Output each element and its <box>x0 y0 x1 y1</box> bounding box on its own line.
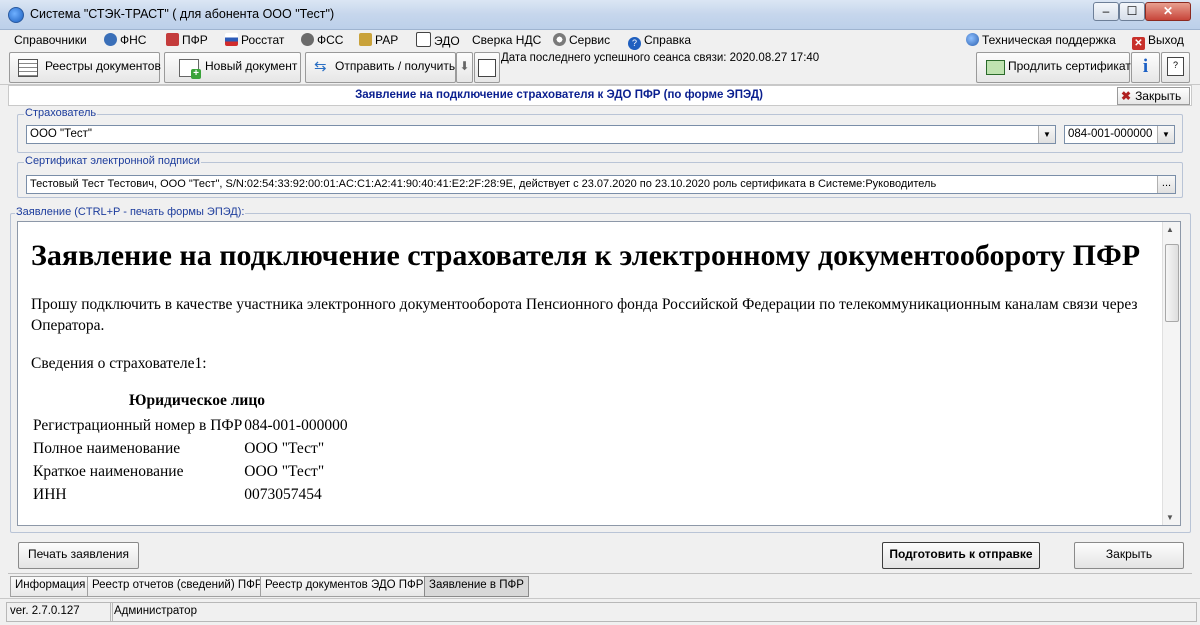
insurer-group: Страхователь ООО "Тест" ▼ 084-001-000000… <box>17 107 1183 153</box>
globe-icon <box>966 33 979 46</box>
chevron-down-icon[interactable]: ▼ <box>1157 126 1174 143</box>
close-button[interactable]: Закрыть <box>1074 542 1184 569</box>
statement-viewer[interactable]: Заявление на подключение страхователя к … <box>17 221 1181 526</box>
version-text: ver. 2.7.0.127 <box>6 602 113 622</box>
tab-strip: Информация Реестр отчетов (сведений) ПФР… <box>8 573 1192 597</box>
scroll-thumb[interactable] <box>1165 244 1179 322</box>
registry-icon <box>18 59 38 77</box>
info-button[interactable]: i <box>1131 52 1160 83</box>
insurer-select[interactable]: ООО "Тест" ▼ <box>26 125 1056 144</box>
certificate-icon <box>986 60 1005 75</box>
registries-button[interactable]: Реестры документов <box>9 52 161 83</box>
menu-references[interactable]: Справочники <box>14 32 87 48</box>
prepare-to-send-button[interactable]: Подготовить к отправке <box>882 542 1040 569</box>
reg-number-value: 084-001-000000 <box>1068 128 1153 140</box>
exit-icon: ✕ <box>1132 37 1145 50</box>
menu-help[interactable]: ? Справка <box>628 32 691 50</box>
table-row: Полное наименование ООО "Тест" <box>33 439 325 457</box>
document-header: Заявление на подключение страхователя к … <box>8 85 1192 106</box>
tab-pfr-statement[interactable]: Заявление в ПФР <box>424 576 529 597</box>
insurer-name-value: ООО "Тест" <box>30 128 92 140</box>
insurer-group-label: Страхователь <box>24 107 98 119</box>
menu-exit[interactable]: ✕ Выход <box>1132 32 1184 50</box>
minimize-button[interactable]: – <box>1093 2 1119 21</box>
rar-icon <box>359 33 372 46</box>
title-bar: Система "СТЭК-ТРАСТ" ( для абонента ООО … <box>0 0 1200 30</box>
extend-certificate-button[interactable]: Продлить сертификат <box>976 52 1131 83</box>
table-row: ИНН 0073057454 <box>33 485 322 503</box>
reg-number-select[interactable]: 084-001-000000 ▼ <box>1064 125 1175 144</box>
header-close-button[interactable]: ✖ Закрыть <box>1117 87 1190 105</box>
certificate-group-label: Сертификат электронной подписи <box>24 155 201 167</box>
insurer-info-table: Юридическое лицо Регистрационный номер в… <box>31 390 348 506</box>
rosstat-icon <box>225 33 238 46</box>
current-user-text: Администратор <box>110 602 1197 622</box>
fns-icon <box>104 33 117 46</box>
send-dropdown-arrow-icon[interactable]: ⬇ <box>456 52 473 83</box>
menu-rosstat[interactable]: Росстат <box>225 32 284 48</box>
sync-arrows-icon: ⇆ <box>314 58 327 75</box>
menu-pfr[interactable]: ПФР <box>166 32 208 48</box>
close-x-icon: ✖ <box>1121 89 1132 103</box>
menu-edo[interactable]: ЭДО <box>416 32 460 48</box>
table-row: Регистрационный номер в ПФР 084-001-00000… <box>33 416 348 434</box>
print-statement-button[interactable]: Печать заявления <box>18 542 139 569</box>
edo-icon <box>416 32 431 47</box>
maximize-button[interactable]: ☐ <box>1119 2 1145 21</box>
fss-icon <box>301 33 314 46</box>
new-document-button[interactable]: + Новый документ <box>164 52 301 83</box>
certificate-group: Сертификат электронной подписи Тестовый … <box>17 155 1183 198</box>
document-refresh-icon <box>478 59 496 77</box>
help-icon: ? <box>628 37 641 50</box>
vertical-scrollbar[interactable]: ▲ ▼ <box>1162 222 1180 525</box>
last-session-text: Дата последнего успешного сеанса связи: … <box>501 52 820 64</box>
status-bar: ver. 2.7.0.127 Администратор <box>0 598 1200 625</box>
browse-certificate-button[interactable]: ... <box>1157 176 1175 193</box>
tab-pfr-edo-registry[interactable]: Реестр документов ЭДО ПФР <box>260 576 429 597</box>
menu-vat-reconciliation[interactable]: Сверка НДС <box>472 32 541 48</box>
menu-bar: Справочники ФНС ПФР Росстат ФСС РАР ЭДО … <box>0 30 1200 50</box>
help-document-icon: ? <box>1167 57 1184 76</box>
scroll-down-icon[interactable]: ▼ <box>1166 513 1174 522</box>
app-logo-icon <box>8 7 24 23</box>
tab-pfr-reports-registry[interactable]: Реестр отчетов (сведений) ПФР <box>87 576 268 597</box>
menu-tech-support[interactable]: Техническая поддержка <box>966 32 1116 48</box>
close-window-button[interactable]: ✕ <box>1145 2 1191 21</box>
gear-icon <box>553 33 566 46</box>
statement-paragraph: Прошу подключить в качестве участника эл… <box>31 296 1138 334</box>
menu-rar[interactable]: РАР <box>359 32 398 48</box>
tab-information[interactable]: Информация <box>10 576 91 597</box>
menu-fss[interactable]: ФСС <box>301 32 343 48</box>
certificate-value: Тестовый Тест Тестович, ООО "Тест", S/N:… <box>30 178 937 190</box>
statement-heading: Заявление на подключение страхователя к … <box>31 239 1141 272</box>
window-title: Система "СТЭК-ТРАСТ" ( для абонента ООО … <box>30 7 335 21</box>
update-icon-button[interactable] <box>474 52 500 83</box>
insurer-info-heading: Сведения о страхователе1: <box>31 355 207 372</box>
pfr-icon <box>166 33 179 46</box>
statement-group-label: Заявление (CTRL+P - печать формы ЭПЭД): <box>15 206 246 218</box>
certificate-field[interactable]: Тестовый Тест Тестович, ООО "Тест", S/N:… <box>26 175 1176 194</box>
chevron-down-icon[interactable]: ▼ <box>1038 126 1055 143</box>
new-document-icon: + <box>179 59 201 79</box>
menu-service[interactable]: Сервис <box>553 32 610 48</box>
scroll-up-icon[interactable]: ▲ <box>1166 225 1174 234</box>
document-title: Заявление на подключение страхователя к … <box>355 89 763 101</box>
menu-fns[interactable]: ФНС <box>104 32 146 48</box>
table-row: Краткое наименование ООО "Тест" <box>33 462 325 480</box>
entity-type-label: Юридическое лицо <box>129 391 266 409</box>
help-document-button[interactable]: ? <box>1161 52 1190 83</box>
send-receive-button[interactable]: ⇆ Отправить / получить <box>305 52 456 83</box>
